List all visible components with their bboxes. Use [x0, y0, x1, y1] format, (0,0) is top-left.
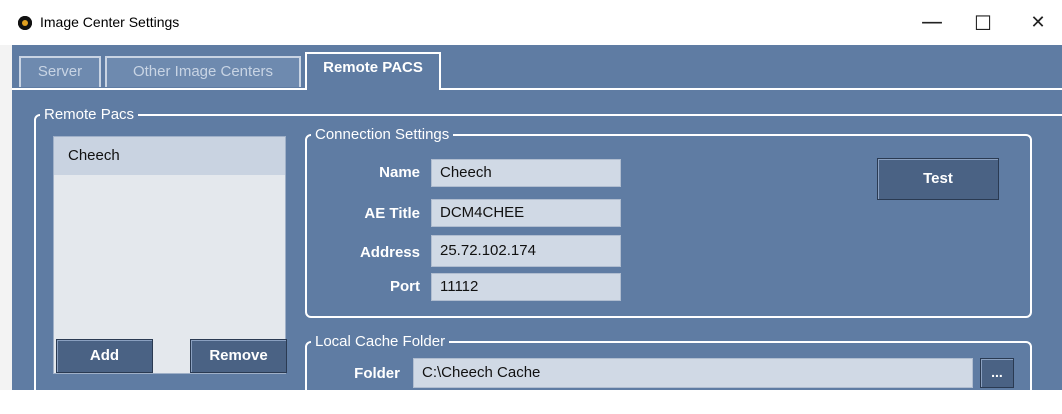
port-label: Port [390, 278, 420, 295]
maximize-button[interactable]: ☐ [965, 8, 1001, 38]
tab-server[interactable]: Server [19, 56, 101, 87]
list-item[interactable]: Cheech [54, 137, 285, 175]
remove-button[interactable]: Remove [190, 339, 287, 373]
window-title: Image Center Settings [40, 14, 180, 30]
app-icon [18, 16, 32, 30]
test-button[interactable]: Test [877, 158, 999, 200]
browse-folder-button[interactable]: ... [980, 358, 1014, 388]
tab-remote-pacs[interactable]: Remote PACS [305, 52, 441, 90]
folder-field[interactable]: C:\Cheech Cache [413, 358, 973, 388]
ae-title-field[interactable]: DCM4CHEE [431, 199, 621, 227]
minimize-button[interactable]: — [914, 8, 950, 38]
settings-panel: Server Other Image Centers Remote PACS R… [12, 45, 1062, 414]
name-field[interactable]: Cheech [431, 159, 621, 187]
address-field[interactable]: 25.72.102.174 [431, 235, 621, 267]
tab-strip: Server Other Image Centers Remote PACS [12, 45, 1062, 90]
ae-title-label: AE Title [364, 205, 420, 222]
local-cache-folder-group-label: Local Cache Folder [311, 332, 450, 352]
title-bar: Image Center Settings — ☐ ✕ [0, 0, 1062, 45]
remote-pacs-group-label: Remote Pacs [40, 105, 139, 125]
folder-label: Folder [354, 365, 400, 382]
connection-settings-group-label: Connection Settings [311, 125, 454, 145]
address-label: Address [359, 244, 420, 261]
add-button[interactable]: Add [56, 339, 153, 373]
name-label: Name [379, 164, 420, 181]
tab-other-image-centers[interactable]: Other Image Centers [105, 56, 301, 87]
close-button[interactable]: ✕ [1020, 8, 1056, 38]
port-field[interactable]: 11112 [431, 273, 621, 301]
